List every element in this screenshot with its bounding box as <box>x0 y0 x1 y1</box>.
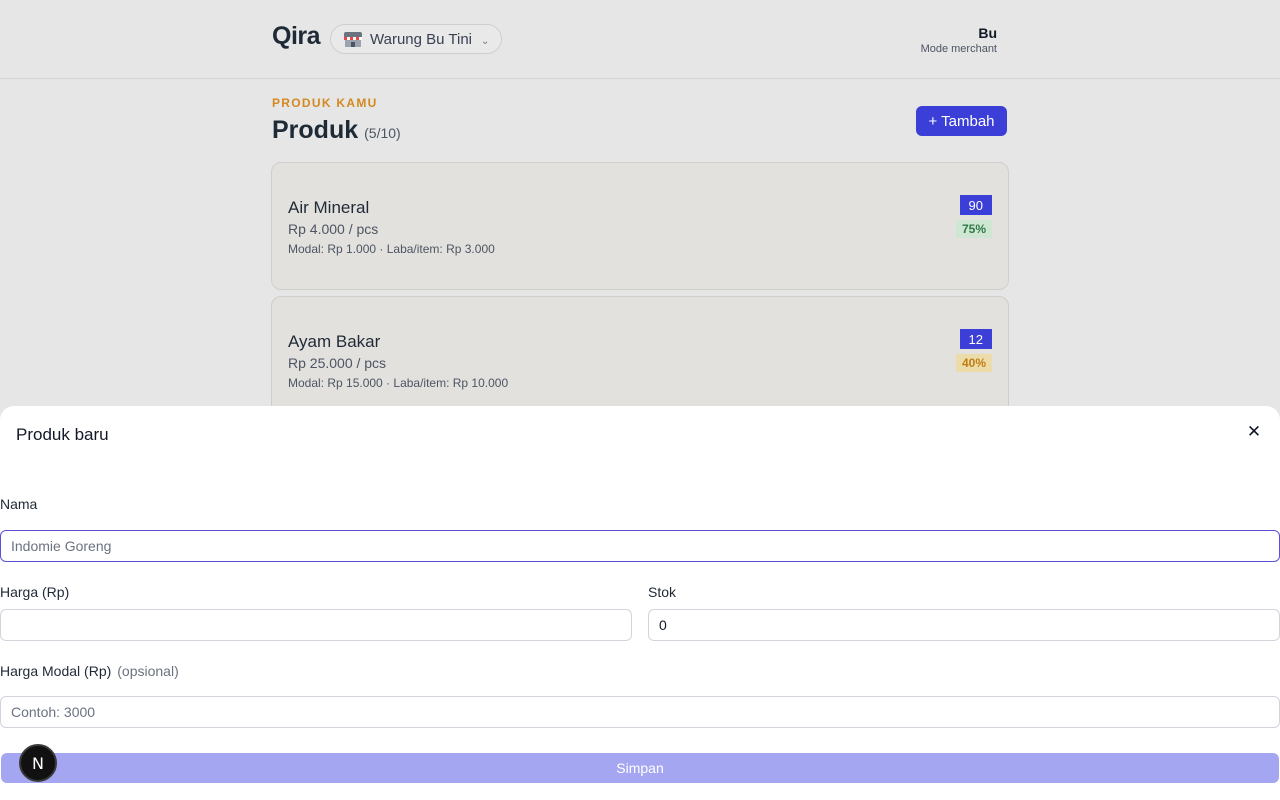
stock-label: Stok <box>648 584 677 600</box>
app-header: Qira Warung Bu Tini ⌄ Bu Mode merchant <box>0 0 1280 79</box>
product-name: Ayam Bakar <box>288 332 381 351</box>
save-button[interactable]: Simpan <box>1 753 1279 783</box>
price-label: Harga (Rp) <box>0 584 70 600</box>
user-mode: Mode merchant <box>920 43 997 55</box>
app-logo[interactable]: Qira <box>272 22 321 51</box>
add-product-button[interactable]: + Tambah <box>916 106 1007 136</box>
stock-input[interactable] <box>648 609 1280 641</box>
section-eyebrow: PRODUK KAMU <box>272 96 378 110</box>
chevron-down-icon: ⌄ <box>481 35 490 47</box>
product-meta: Modal: Rp 15.000 · Laba/item: Rp 10.000 <box>288 376 509 390</box>
product-name: Air Mineral <box>288 198 370 217</box>
shop-switcher[interactable]: Warung Bu Tini ⌄ <box>330 24 502 54</box>
stock-badge: 90 <box>959 195 992 215</box>
new-product-sheet: Produk baru ✕ Nama Harga (Rp) Stok Harga… <box>0 406 1280 800</box>
page-title-row: Produk (5/10) <box>272 116 401 145</box>
stock-badge: 12 <box>959 329 992 349</box>
cost-label: Harga Modal (Rp) (opsional) <box>0 663 179 679</box>
user-menu[interactable]: Bu Mode merchant <box>921 25 997 55</box>
user-name: Bu <box>978 25 997 41</box>
cost-label-text: Harga Modal (Rp) <box>0 663 112 679</box>
product-price: Rp 25.000 / pcs <box>288 355 387 371</box>
product-count: (5/10) <box>364 125 401 141</box>
sheet-title: Produk baru <box>16 425 109 444</box>
name-label: Nama <box>0 496 38 512</box>
page-title: Produk <box>272 116 359 144</box>
close-icon[interactable]: ✕ <box>1244 422 1264 442</box>
dev-tools-badge[interactable]: N <box>19 744 57 782</box>
margin-badge: 40% <box>955 354 992 372</box>
shop-icon <box>343 31 363 47</box>
margin-badge: 75% <box>955 220 992 238</box>
price-input[interactable] <box>0 609 632 641</box>
shop-name: Warung Bu Tini <box>370 30 472 48</box>
cost-price-input[interactable] <box>0 696 1280 728</box>
product-card[interactable]: Air Mineral Rp 4.000 / pcs Modal: Rp 1.0… <box>271 162 1009 290</box>
product-card[interactable]: Ayam Bakar Rp 25.000 / pcs Modal: Rp 15.… <box>271 296 1009 424</box>
optional-hint: (opsional) <box>117 663 179 679</box>
product-price: Rp 4.000 / pcs <box>288 221 379 237</box>
product-meta: Modal: Rp 1.000 · Laba/item: Rp 3.000 <box>288 242 495 256</box>
product-name-input[interactable] <box>0 530 1280 562</box>
